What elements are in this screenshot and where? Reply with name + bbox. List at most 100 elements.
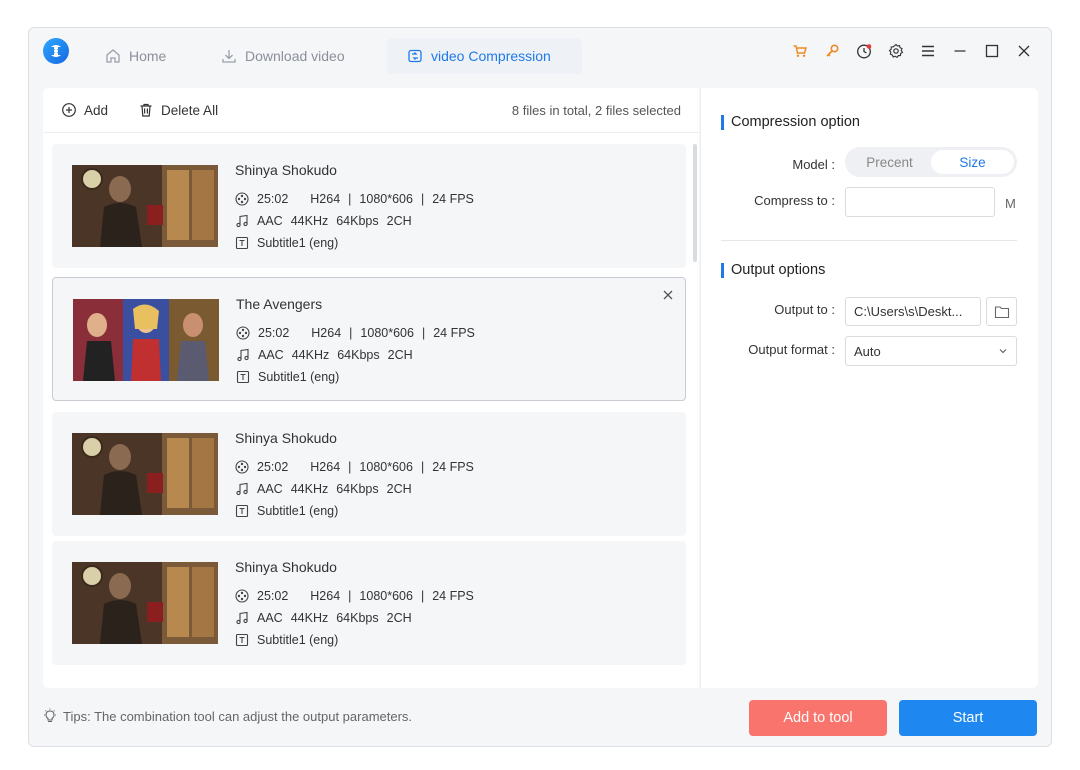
subtitle-icon [235,633,249,647]
video-thumbnail [73,299,219,381]
separator: | [420,460,425,474]
sample-rate: 44KHz [290,214,329,228]
tips-bar: Tips: The combination tool can adjust th… [43,708,412,724]
compress-size-input[interactable] [845,187,995,217]
audio-info: AAC 44KHz 64Kbps 2CH [235,482,412,496]
bitrate: 64Kbps [336,214,379,228]
minimize-icon[interactable] [949,40,971,62]
home-icon [106,49,120,63]
duration: 25:02 [257,460,289,474]
file-card-selected[interactable]: The Avengers 25:02 H264 | 1080*606 | 24 … [52,277,686,401]
model-toggle: Precent Size [845,147,1017,177]
maximize-icon[interactable] [981,40,1003,62]
add-circle-icon [62,103,76,117]
model-option-precent[interactable]: Precent [848,150,931,174]
subtitle-info: Subtitle1 (eng) [235,504,338,518]
menu-icon[interactable] [917,40,939,62]
video-info: 25:02 H264 | 1080*606 | 24 FPS [235,460,474,474]
file-card[interactable]: Shinya Shokudo 25:02 H264 | 1080*606 | 2… [52,144,686,268]
output-format-label: Output format : [748,342,835,357]
model-label: Model : [792,157,835,172]
bitrate: 64Kbps [336,482,379,496]
video-info: 25:02 H264 | 1080*606 | 24 FPS [235,589,474,603]
subtitle-info: Subtitle1 (eng) [235,633,338,647]
audio-codec: AAC [257,482,283,496]
output-options-title: Output options [721,262,825,278]
resolution: 1080*606 [359,192,413,206]
close-icon[interactable] [1013,40,1035,62]
compression-option-title: Compression option [721,114,860,130]
codec: H264 [310,460,341,474]
tab-download-video-label: Download video [245,48,345,64]
output-format-value: Auto [854,343,881,359]
video-thumbnail [72,165,218,247]
film-reel-icon [235,460,249,474]
codec: H264 [310,192,341,206]
subtitle-info: Subtitle1 (eng) [236,370,339,384]
sample-rate: 44KHz [290,611,329,625]
file-title: Shinya Shokudo [235,430,337,446]
list-scrollbar[interactable] [693,144,697,262]
channels: 2CH [387,348,413,362]
model-option-size[interactable]: Size [931,150,1014,174]
clock-icon[interactable] [853,40,875,62]
subtitle: Subtitle1 (eng) [257,236,339,250]
tab-download-video[interactable]: Download video [205,38,361,74]
audio-codec: AAC [258,348,284,362]
file-title: Shinya Shokudo [235,162,337,178]
separator: | [348,589,352,603]
video-info: 25:02 H264 | 1080*606 | 24 FPS [235,192,474,206]
channels: 2CH [386,482,412,496]
duration: 25:02 [257,192,289,206]
codec: H264 [311,326,342,340]
start-button[interactable]: Start [899,700,1037,736]
separator: | [349,326,353,340]
subtitle-icon [236,370,250,384]
subtitle-icon [235,504,249,518]
sample-rate: 44KHz [290,482,329,496]
key-icon[interactable] [821,40,843,62]
browse-folder-button[interactable] [986,297,1017,326]
add-to-tool-button[interactable]: Add to tool [749,700,887,736]
add-button[interactable]: Add [61,102,108,118]
add-button-label: Add [84,102,109,118]
output-format-select[interactable]: Auto [845,336,1017,366]
subtitle: Subtitle1 (eng) [258,370,340,384]
fps: 24 FPS [432,589,474,603]
file-card[interactable]: Shinya Shokudo 25:02 H264 | 1080*606 | 2… [52,412,686,536]
separator: | [420,192,425,206]
file-count-text: 8 files in total, 2 files selected [511,102,681,118]
subtitle: Subtitle1 (eng) [257,504,339,518]
bitrate: 64Kbps [336,611,379,625]
lightbulb-icon [44,708,56,723]
options-panel: Compression option Model : Precent Size … [700,88,1038,688]
tab-video-compression-label: video Compression [431,48,551,64]
music-note-icon [237,348,249,362]
tab-video-compression[interactable]: video Compression [387,38,582,74]
sample-rate: 44KHz [291,348,330,362]
file-card[interactable]: Shinya Shokudo 25:02 H264 | 1080*606 | 2… [52,541,686,665]
output-path-field[interactable]: C:\Users\s\Deskt... [845,297,981,326]
separator: | [348,192,352,206]
audio-info: AAC 44KHz 64Kbps 2CH [235,214,412,228]
file-list-panel: Add Delete All 8 files in total, 2 files… [43,88,699,688]
resolution: 1080*606 [360,326,414,340]
gear-icon[interactable] [885,40,907,62]
fps: 24 FPS [432,192,474,206]
video-thumbnail [72,562,218,644]
video-thumbnail [72,433,218,515]
remove-file-icon[interactable] [661,288,675,302]
resolution: 1080*606 [359,460,413,474]
film-reel-icon [235,589,249,603]
app-window: Home Download video video Compression Ad… [28,27,1052,747]
delete-all-button[interactable]: Delete All [138,102,218,118]
cart-icon[interactable] [789,40,811,62]
music-note-icon [236,482,248,496]
subtitle-info: Subtitle1 (eng) [235,236,338,250]
audio-info: AAC 44KHz 64Kbps 2CH [236,348,413,362]
trash-icon [140,103,152,117]
tab-home[interactable]: Home [89,38,182,74]
music-note-icon [236,611,248,625]
separator: | [348,460,352,474]
chevron-down-icon [999,349,1007,354]
